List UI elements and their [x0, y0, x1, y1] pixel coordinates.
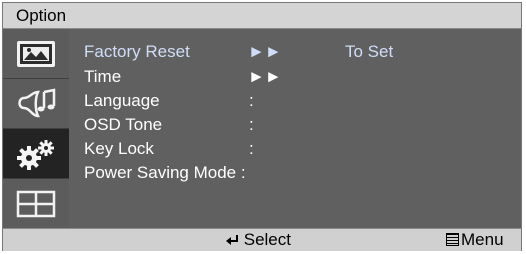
menu-hint: Menu [446, 230, 504, 250]
menu-row-colon: : [249, 139, 254, 158]
select-hint: Select [225, 230, 291, 250]
menu-row-label: Time [84, 67, 122, 86]
title-bar: Option [3, 3, 521, 29]
menu-row-label: OSD Tone [84, 115, 163, 134]
sidebar [3, 29, 69, 229]
window-title: Option [16, 6, 67, 25]
menu-row-value: To Set [345, 42, 394, 61]
osd-window: Option Factory Reset ►► To Set Time ►► L… [2, 2, 522, 251]
menu-row-label: Language [84, 91, 160, 110]
enter-icon [226, 235, 238, 245]
hint-bar: Select Menu [3, 228, 521, 251]
menu-row-colon: : [249, 115, 254, 134]
tab-picture[interactable] [3, 29, 69, 79]
arrow-icon: ►► [248, 42, 282, 61]
menu-row-label: Key Lock [84, 139, 154, 158]
tab-layout[interactable] [3, 179, 69, 229]
arrow-icon: ►► [248, 67, 282, 86]
tab-sound[interactable] [3, 79, 69, 129]
select-label: Select [243, 230, 291, 249]
gears-icon [17, 139, 54, 170]
sound-icon [18, 87, 56, 117]
menu-row-colon: : [249, 91, 254, 110]
menu-icon [446, 233, 459, 246]
tab-option[interactable] [3, 129, 69, 179]
menu-label: Menu [461, 230, 504, 249]
grid-icon [16, 190, 56, 218]
picture-icon [17, 40, 55, 67]
menu-row-label: Power Saving Mode : [84, 163, 246, 182]
menu-row-label: Factory Reset [84, 42, 190, 61]
menu-panel: Factory Reset ►► To Set Time ►► Language… [69, 29, 521, 228]
